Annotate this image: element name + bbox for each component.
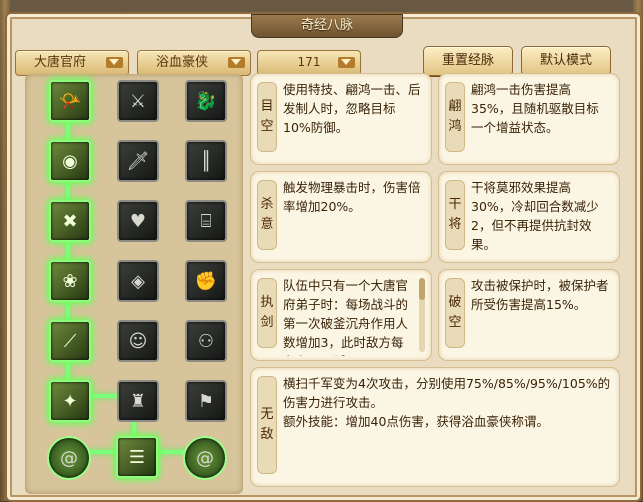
meridian-node-guardian[interactable]: ♜ <box>117 380 159 422</box>
skill-description: 攻击被保护时，被保护者所受伤害提高15%。 <box>471 278 609 312</box>
meridian-node-strike[interactable]: ✦ <box>49 380 91 422</box>
skill-extra-text: 额外技能：增加40点伤害，获得浴血豪侠称谓。 <box>283 414 549 429</box>
lotus-icon: ❀ <box>62 270 78 292</box>
sect-dropdown-label: 大唐官府 <box>33 55 86 70</box>
skill-main-text: 横扫千军变为4次攻击，分别使用75%/85%/95%/105%的伤害力进行攻击。 <box>283 376 611 410</box>
heart-icon: ♥ <box>129 210 147 232</box>
skill-card-ganjiang: 干将 干将莫邪效果提高30%，冷却回合数减少2，但不再提供抗封效果。 <box>439 172 619 262</box>
reset-meridian-button[interactable]: 重置经脉 <box>423 46 513 76</box>
skill-tag: 翩鸿 <box>445 82 465 152</box>
stairs-icon: ☰ <box>128 446 146 468</box>
grip-icon: ✊ <box>194 270 218 292</box>
spirit-icon: ⚇ <box>197 330 215 352</box>
skill-description: 触发物理暴击时，伤害倍率增加20%。 <box>283 180 421 214</box>
swirl-icon: @ <box>196 447 214 469</box>
meridian-node-dragon[interactable]: 🐉 <box>185 80 227 122</box>
meridian-node-heart[interactable]: ♥ <box>117 200 159 242</box>
scholar-icon: ☺ <box>128 330 148 352</box>
skill-card-pokong: 破空 攻击被保护时，被保护者所受伤害提高15%。 <box>439 270 619 360</box>
dragon-icon: 🐉 <box>194 90 218 112</box>
meridian-node-slash[interactable]: ⟋ <box>49 320 91 362</box>
meridian-node-swirl-right[interactable]: @ <box>183 436 227 480</box>
meridian-node-stairs[interactable]: ☰ <box>116 436 158 478</box>
meridian-node-scholar[interactable]: ☺ <box>117 320 159 362</box>
horn-icon: 📯 <box>58 90 82 112</box>
eye-icon: ◉ <box>62 150 78 172</box>
meridian-panel: 奇经八脉 大唐官府 浴血豪侠 171 重置经脉 默认模式 📯 ⚔ 🐉 ◉ 🗡 ║… <box>5 12 642 502</box>
points-value: 171 <box>297 55 321 69</box>
skill-tag: 破空 <box>445 278 465 348</box>
meridian-node-sword-cross[interactable]: ✖ <box>49 200 91 242</box>
meridian-node-bamboo[interactable]: ║ <box>185 140 227 182</box>
chevron-down-icon <box>106 57 123 68</box>
panel-title: 奇经八脉 <box>251 14 403 38</box>
points-dropdown[interactable]: 171 <box>257 50 361 76</box>
description-scrollbar[interactable] <box>419 278 425 352</box>
meridian-node-maze[interactable]: ⌸ <box>185 200 227 242</box>
meridian-node-cannon[interactable]: ⚑ <box>185 380 227 422</box>
swirl-icon: @ <box>60 447 78 469</box>
scrollbar-thumb[interactable] <box>419 278 425 300</box>
meridian-node-eye[interactable]: ◉ <box>49 140 91 182</box>
chevron-down-icon <box>338 57 355 68</box>
school-dropdown[interactable]: 浴血豪侠 <box>137 50 251 76</box>
school-dropdown-label: 浴血豪侠 <box>155 55 208 70</box>
sword-cross-icon: ✖ <box>62 210 78 232</box>
slash-icon: ⟋ <box>63 330 77 352</box>
meridian-node-grip[interactable]: ✊ <box>185 260 227 302</box>
strike-icon: ✦ <box>62 390 78 412</box>
skill-tag: 杀意 <box>257 180 277 250</box>
skill-tag: 执剑 <box>257 278 277 348</box>
meridian-node-swirl-left[interactable]: @ <box>47 436 91 480</box>
default-mode-button[interactable]: 默认模式 <box>521 46 611 76</box>
meridian-node-courage[interactable]: ◈ <box>117 260 159 302</box>
meridian-grid: 📯 ⚔ 🐉 ◉ 🗡 ║ ✖ ♥ ⌸ ❀ ◈ ✊ ⟋ ☺ ⚇ ✦ ♜ ⚑ @ ☰ … <box>25 74 243 494</box>
courage-icon: ◈ <box>131 270 145 292</box>
guardian-icon: ♜ <box>129 390 147 412</box>
warrior-icon: ⚔ <box>129 90 147 112</box>
maze-icon: ⌸ <box>200 210 212 232</box>
skill-card-pianhong: 翩鸿 翩鸿一击伤害提高35%，且随机驱散目标一个增益状态。 <box>439 74 619 164</box>
chevron-down-icon <box>228 57 245 68</box>
sect-dropdown[interactable]: 大唐官府 <box>15 50 129 76</box>
skill-description: 翩鸿一击伤害提高35%，且随机驱散目标一个增益状态。 <box>471 82 599 135</box>
skill-card-shayi: 杀意 触发物理暴击时，伤害倍率增加20%。 <box>251 172 431 262</box>
meridian-node-blade[interactable]: 🗡 <box>117 140 159 182</box>
skill-tag: 无敌 <box>257 376 277 474</box>
meridian-node-lotus[interactable]: ❀ <box>49 260 91 302</box>
skill-card-wudi: 无敌 横扫千军变为4次攻击，分别使用75%/85%/95%/105%的伤害力进行… <box>251 368 619 486</box>
skill-card-zhijian: 执剑 队伍中只有一个大唐官府弟子时：每场战斗的第一次破釜沉舟作用人数增加3，此时… <box>251 270 431 360</box>
skill-description: 干将莫邪效果提高30%，冷却回合数减少2，但不再提供抗封效果。 <box>471 180 599 252</box>
meridian-node-horn[interactable]: 📯 <box>49 80 91 122</box>
meridian-node-warrior[interactable]: ⚔ <box>117 80 159 122</box>
skill-description: 使用特技、翩鸿一击、后发制人时，忽略目标10%防御。 <box>283 82 421 135</box>
cannon-icon: ⚑ <box>197 390 215 412</box>
skill-card-mukong: 目空 使用特技、翩鸿一击、后发制人时，忽略目标10%防御。 <box>251 74 431 164</box>
blade-icon: 🗡 <box>126 150 150 172</box>
skill-tag: 干将 <box>445 180 465 250</box>
skill-tag: 目空 <box>257 82 277 152</box>
bamboo-icon: ║ <box>200 150 212 172</box>
meridian-node-spirit[interactable]: ⚇ <box>185 320 227 362</box>
skill-description: 队伍中只有一个大唐官府弟子时：每场战斗的第一次破釜沉舟作用人数增加3，此时敌方每… <box>283 278 409 356</box>
skill-description: 横扫千军变为4次攻击，分别使用75%/85%/95%/105%的伤害力进行攻击。… <box>283 374 611 482</box>
